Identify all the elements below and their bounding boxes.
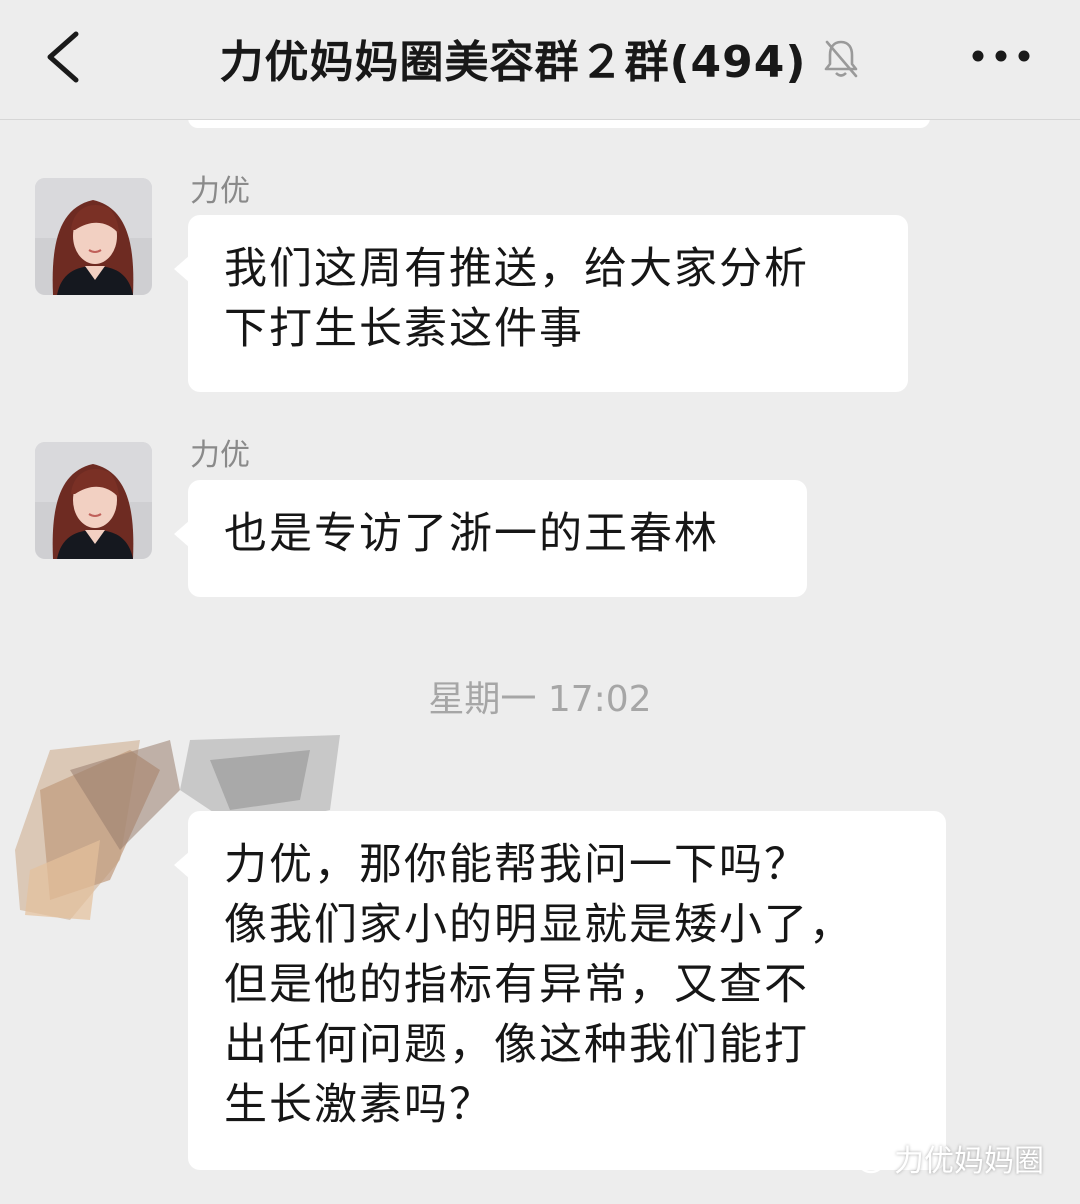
- watermark-text: 力优妈妈圈: [894, 1144, 1044, 1179]
- message-text-line: 力优，那你能帮我问一下吗？: [224, 840, 809, 890]
- chat-screen: 力优妈妈圈美容群２群(494) 力优 我们这周有推送，给大家分析 下打生长素这件…: [0, 0, 1080, 1204]
- message-bubble[interactable]: 我们这周有推送，给大家分析 下打生长素这件事: [174, 215, 908, 392]
- chat-header: 力优妈妈圈美容群２群(494): [0, 0, 1080, 120]
- avatar[interactable]: [35, 442, 152, 559]
- more-options-button[interactable]: [966, 36, 1036, 76]
- bell-off-icon: [821, 36, 861, 80]
- timestamp-divider: 星期一 17:02: [428, 679, 652, 720]
- more-dots-icon: [972, 50, 1030, 62]
- chat-title: 力优妈妈圈美容群２群(494): [0, 26, 1080, 90]
- message-text-line: 我们这周有推送，给大家分析: [224, 244, 809, 294]
- message-bubble[interactable]: 也是专访了浙一的王春林: [174, 480, 807, 597]
- message-text-line: 下打生长素这件事: [224, 304, 584, 354]
- message-text-line: 生长激素吗？: [224, 1080, 494, 1130]
- message-text-line: 像我们家小的明显就是矮小了，: [224, 900, 854, 950]
- sender-name: 力优: [190, 438, 250, 473]
- sender-name: 力优: [190, 174, 250, 209]
- message-text-line: 但是他的指标有异常，又查不: [224, 960, 809, 1010]
- message-text-line: 也是专访了浙一的王春林: [224, 509, 719, 559]
- watermark: 力优妈妈圈: [840, 1136, 1044, 1180]
- message-text-line: 出任何问题，像这种我们能打: [224, 1020, 809, 1070]
- avatar[interactable]: [35, 178, 152, 295]
- wechat-icon: [840, 1141, 885, 1174]
- message-bubble[interactable]: 力优，那你能帮我问一下吗？ 像我们家小的明显就是矮小了， 但是他的指标有异常，又…: [174, 811, 946, 1170]
- group-name: 力优妈妈圈美容群２群(494): [219, 37, 807, 88]
